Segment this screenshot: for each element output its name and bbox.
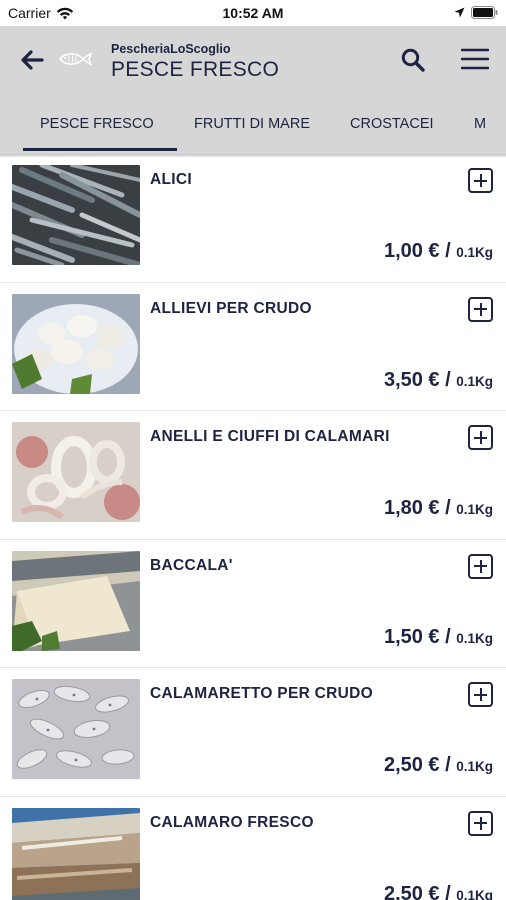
add-to-cart-icon[interactable]: [468, 168, 493, 193]
status-bar: Carrier 10:52 AM: [0, 0, 506, 26]
add-to-cart-icon[interactable]: [468, 296, 493, 322]
product-price-line: 1,00 € / 0.1Kg: [383, 240, 493, 262]
tab-frutti-di-mare[interactable]: FRUTTI DI MARE: [194, 116, 310, 154]
product-item[interactable]: ALICI 1,00 € / 0.1Kg: [0, 154, 506, 283]
category-tabs: PESCE FRESCO FRUTTI DI MARE CROSTACEI M: [0, 104, 506, 154]
product-item[interactable]: BACCALA' 1,50 € / 0.1Kg: [0, 540, 506, 668]
battery-icon: [471, 6, 498, 19]
product-item[interactable]: ANELLI E CIUFFI DI CALAMARI 1,80 € / 0.1…: [0, 411, 506, 540]
fish-logo-icon: [58, 52, 92, 66]
clock: 10:52 AM: [222, 5, 284, 21]
product-price-line: 3,50 € / 0.1Kg: [383, 368, 493, 391]
tab-crostacei[interactable]: CROSTACEI: [350, 116, 434, 154]
product-unit: 0.1Kg: [456, 245, 493, 260]
product-price: 2,50 €: [383, 754, 440, 776]
product-item[interactable]: ALLIEVI PER CRUDO 3,50 € / 0.1Kg: [0, 283, 506, 411]
tab-more-category[interactable]: M: [474, 116, 486, 154]
product-price: 1,80 €: [383, 497, 440, 519]
product-unit: 0.1Kg: [456, 887, 493, 900]
product-list: ALICI 1,00 € / 0.1Kg ALLIEVI PER CRUDO 3…: [0, 154, 506, 900]
back-arrow-icon[interactable]: [18, 48, 46, 72]
product-price: 1,00 €: [383, 240, 440, 262]
product-unit: 0.1Kg: [456, 759, 493, 774]
active-tab-indicator: [23, 148, 177, 151]
product-price: 1,50 €: [383, 625, 440, 648]
product-price-line: 1,80 € / 0.1Kg: [383, 497, 493, 519]
product-image: [12, 422, 140, 522]
product-price-line: 2,50 € / 0.1Kg: [384, 883, 493, 900]
product-item[interactable]: CALAMARETTO PER CRUDO 2,50 € / 0.1Kg: [0, 668, 506, 797]
product-image: [12, 679, 140, 779]
product-price: 3,50 €: [383, 368, 440, 391]
product-unit: 0.1Kg: [456, 373, 493, 389]
page-title: PESCE FRESCO: [111, 58, 280, 81]
product-image: [12, 293, 140, 394]
product-name: ALLIEVI PER CRUDO: [150, 299, 312, 317]
product-unit: 0.1Kg: [456, 630, 493, 646]
location-arrow-icon: [454, 7, 465, 18]
product-name: ALICI: [150, 171, 192, 188]
status-right: [454, 6, 498, 19]
brand-name: PescheriaLoScoglio: [111, 42, 231, 56]
add-to-cart-icon[interactable]: [468, 553, 493, 579]
add-to-cart-icon[interactable]: [468, 425, 493, 450]
product-image: [12, 165, 140, 265]
add-to-cart-icon[interactable]: [468, 810, 493, 836]
search-icon[interactable]: [400, 47, 426, 73]
product-name: CALAMARO FRESCO: [150, 813, 314, 831]
product-price-line: 2,50 € / 0.1Kg: [383, 754, 493, 776]
app-header: PescheriaLoScoglio PESCE FRESCO PESCE FR…: [0, 26, 506, 154]
product-image: [12, 807, 140, 900]
product-price: 2,50 €: [383, 882, 440, 900]
product-name: CALAMARETTO PER CRUDO: [150, 685, 374, 702]
product-item[interactable]: CALAMARO FRESCO 2,50 € / 0.1Kg: [0, 797, 506, 900]
hamburger-menu-icon[interactable]: [461, 48, 489, 70]
product-price-line: 1,50 € / 0.1Kg: [383, 625, 493, 648]
product-unit: 0.1Kg: [456, 502, 493, 517]
add-to-cart-icon[interactable]: [468, 682, 493, 707]
product-name: ANELLI E CIUFFI DI CALAMARI: [150, 428, 390, 445]
product-image: [12, 550, 140, 651]
product-name: BACCALA': [150, 556, 233, 574]
